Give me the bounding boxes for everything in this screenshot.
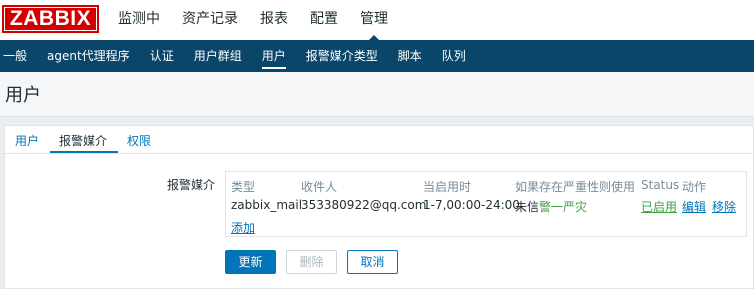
user-form-card: 用户 报警媒介 权限 报警媒介 类型 收件人 当启用时 如果存在严重性则使用 S… [4, 125, 754, 289]
sub-nav-users[interactable]: 用户 [252, 40, 296, 72]
sub-nav-scripts[interactable]: 脚本 [388, 40, 432, 72]
main-nav: 监测中 资产记录 报表 配置 管理 [118, 0, 410, 42]
column-header-send-to: 收件人 [301, 180, 338, 194]
media-send-to-value: 353380922@qq.com [301, 198, 427, 212]
media-remove-link[interactable]: 移除 [712, 198, 736, 215]
media-type-value: zabbix_mail [231, 198, 303, 212]
column-header-action: 动作 [682, 180, 707, 194]
media-add-link[interactable]: 添加 [231, 219, 255, 236]
sub-nav-media-types[interactable]: 报警媒介类型 [296, 40, 388, 72]
severity-not-classified: 未信 [515, 200, 540, 214]
main-nav-monitoring[interactable]: 监测中 [118, 0, 160, 40]
page-header: 用户 [0, 72, 754, 117]
sub-nav-queue[interactable]: 队列 [432, 40, 476, 72]
sub-nav-general[interactable]: 一般 [0, 40, 37, 72]
tab-media[interactable]: 报警媒介 [59, 132, 107, 149]
main-nav-reports[interactable]: 报表 [260, 0, 288, 40]
cancel-button[interactable]: 取消 [347, 250, 398, 274]
sub-nav-proxies[interactable]: agent代理程序 [37, 40, 140, 72]
main-nav-inventory[interactable]: 资产记录 [182, 0, 238, 40]
zabbix-logo[interactable]: ZABBIX [2, 5, 99, 33]
media-severity-value: 未信警一严灾 [515, 198, 587, 215]
page-title: 用户 [5, 85, 41, 106]
logo-text: ZABBIX [4, 7, 97, 31]
tab-bar: 用户 报警媒介 权限 [5, 126, 753, 154]
media-field-label: 报警媒介 [167, 178, 216, 192]
top-bar: ZABBIX 监测中 资产记录 报表 配置 管理 [0, 0, 754, 42]
tab-user[interactable]: 用户 [15, 132, 39, 149]
sub-nav: 一般 agent代理程序 认证 用户群组 用户 报警媒介类型 脚本 队列 [0, 40, 754, 72]
delete-button[interactable]: 删除 [286, 250, 337, 274]
main-nav-administration[interactable]: 管理 [360, 0, 388, 42]
media-edit-link[interactable]: 编辑 [682, 198, 706, 215]
main-nav-configuration[interactable]: 配置 [310, 0, 338, 40]
media-status-link[interactable]: 已启用 [641, 198, 677, 215]
sub-nav-authentication[interactable]: 认证 [140, 40, 184, 72]
column-header-when-active: 当启用时 [423, 180, 472, 194]
column-header-severity: 如果存在严重性则使用 [515, 180, 636, 194]
active-tab-indicator [50, 151, 118, 153]
tab-permissions[interactable]: 权限 [127, 132, 151, 149]
sub-nav-user-groups[interactable]: 用户群组 [184, 40, 252, 72]
media-when-active-value: 1-7,00:00-24:00 [423, 198, 520, 212]
update-button[interactable]: 更新 [225, 250, 276, 274]
media-table: 类型 收件人 当启用时 如果存在严重性则使用 Status 动作 zabbix_… [225, 171, 747, 237]
column-header-type: 类型 [231, 180, 256, 194]
severity-enabled-levels: 警一严灾 [539, 200, 588, 214]
column-header-status: Status [641, 178, 680, 192]
